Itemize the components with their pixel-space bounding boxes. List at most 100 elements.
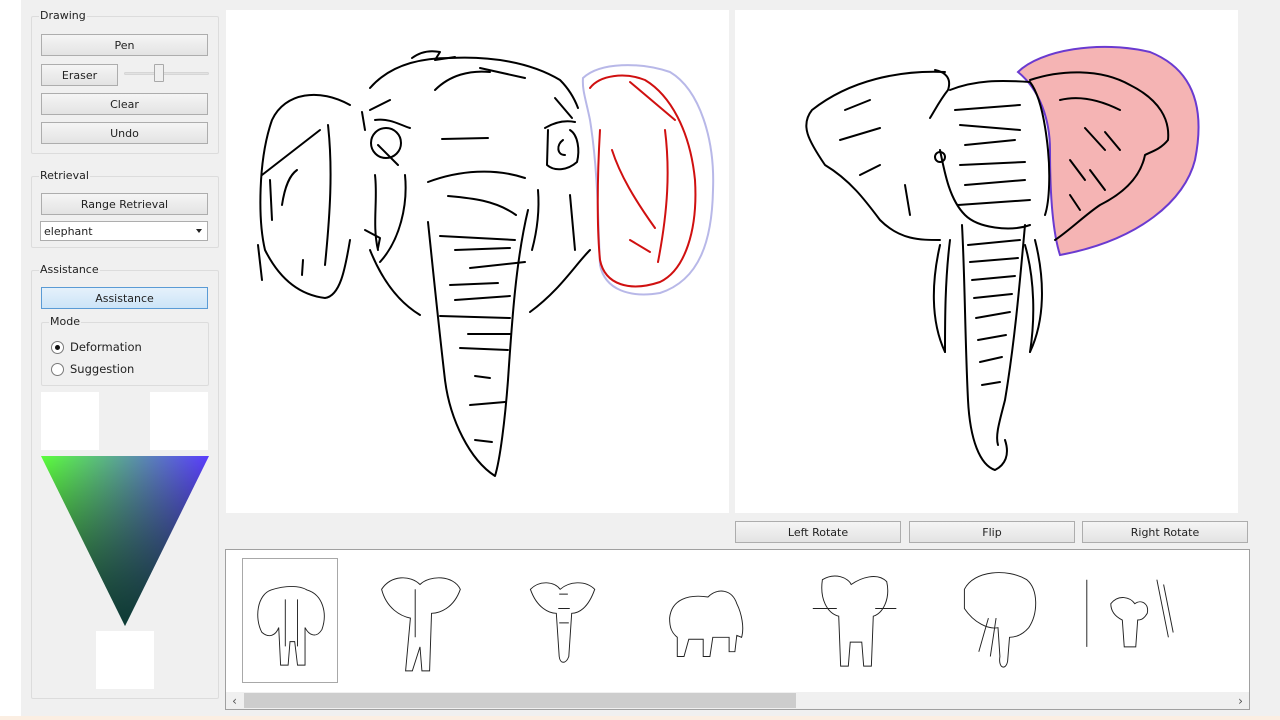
- thumbnail-sketch: [963, 572, 1037, 668]
- flip-button[interactable]: Flip: [909, 521, 1075, 543]
- color-swatch-bottom[interactable]: [96, 631, 154, 689]
- thumbnail-sketch: [529, 582, 596, 663]
- sketch-right-eye: [546, 129, 580, 171]
- mode-group-title: Mode: [49, 315, 81, 328]
- result-stroke: [981, 381, 1001, 386]
- result-stroke-head: [949, 79, 1051, 216]
- thumbnail-sketch: [257, 585, 325, 666]
- right-rotate-button[interactable]: Right Rotate: [1082, 521, 1248, 543]
- result-thumbnail[interactable]: [372, 558, 468, 683]
- color-swatch-top-right[interactable]: [150, 392, 208, 450]
- selected-stroke[interactable]: [629, 239, 651, 253]
- sketch-stroke: [269, 179, 273, 221]
- sketch-stroke: [474, 439, 493, 443]
- result-stroke: [904, 184, 911, 216]
- clear-button[interactable]: Clear: [41, 93, 208, 115]
- result-thumbnail[interactable]: [1216, 558, 1249, 683]
- horizontal-scrollbar[interactable]: ‹ ›: [226, 692, 1249, 709]
- sketch-stroke: [434, 70, 491, 91]
- sketch-selection-region: [581, 64, 715, 296]
- sketch-stroke: [324, 124, 332, 266]
- pen-button[interactable]: Pen: [41, 34, 208, 56]
- mode-group: Mode: [41, 315, 209, 386]
- window-bottom-edge: [0, 716, 1280, 720]
- assistance-button[interactable]: Assistance: [41, 287, 208, 309]
- scroll-left-icon[interactable]: ‹: [226, 692, 243, 709]
- sketch-stroke: [469, 261, 526, 269]
- sketch-stroke: [301, 259, 304, 276]
- assistance-group-title: Assistance: [39, 263, 100, 276]
- category-dropdown[interactable]: elephant: [40, 221, 208, 241]
- result-canvas[interactable]: [735, 10, 1238, 513]
- dropdown-arrow-icon: [196, 229, 202, 233]
- sketch-stroke: [261, 129, 321, 176]
- sketch-stroke-head: [369, 56, 579, 109]
- sketch-stroke: [439, 315, 511, 319]
- result-stroke: [959, 161, 1026, 166]
- left-rotate-button[interactable]: Left Rotate: [735, 521, 901, 543]
- sketch-stroke: [479, 67, 526, 79]
- result-stroke: [969, 257, 1019, 263]
- sketch-stroke: [529, 249, 591, 313]
- sketch-stroke: [441, 137, 489, 140]
- result-stroke: [959, 124, 1021, 131]
- thumbnail-sketch: [669, 590, 744, 657]
- category-selected-value: elephant: [44, 224, 93, 238]
- result-tusk-left: [932, 244, 946, 353]
- selected-stroke[interactable]: [611, 149, 656, 229]
- radio-button-unchecked[interactable]: [51, 362, 64, 376]
- sketch-stroke: [544, 120, 576, 129]
- sketch-stroke: [459, 347, 509, 351]
- selected-stroke[interactable]: [657, 129, 669, 263]
- result-stroke: [964, 139, 1016, 146]
- drawing-group-title: Drawing: [39, 9, 87, 22]
- result-thumbnail[interactable]: [808, 558, 904, 683]
- sketch-stroke: [454, 295, 511, 301]
- radio-button-checked[interactable]: [51, 340, 64, 354]
- sketch-stroke: [281, 169, 298, 206]
- suggestion-highlight-region: [1016, 45, 1200, 257]
- sketch-stroke: [369, 249, 421, 316]
- scrollbar-thumb[interactable]: [244, 693, 796, 708]
- mode-option-suggestion[interactable]: Suggestion: [51, 362, 134, 376]
- result-stroke: [929, 69, 951, 119]
- blend-color-triangle[interactable]: [41, 456, 209, 626]
- triangle-gradient-vertical: [41, 456, 209, 626]
- result-stroke-left-ear: [805, 70, 946, 241]
- range-retrieval-button[interactable]: Range Retrieval: [41, 193, 208, 215]
- result-stroke: [973, 293, 1013, 299]
- result-stroke: [859, 164, 881, 176]
- slider-handle[interactable]: [154, 64, 164, 82]
- selected-stroke-ear[interactable]: [589, 74, 697, 288]
- result-stroke: [971, 275, 1016, 281]
- result-thumbnail[interactable]: [516, 558, 612, 683]
- sketch-stroke: [361, 111, 366, 131]
- mode-option-label: Deformation: [70, 340, 142, 354]
- color-swatch-top-left[interactable]: [41, 392, 99, 450]
- result-thumbnail[interactable]: [1082, 558, 1178, 683]
- sketch-stroke: [554, 97, 573, 119]
- result-thumbnail[interactable]: [950, 558, 1046, 683]
- sketch-stroke-left-ear: [259, 93, 351, 299]
- result-stroke: [977, 334, 1007, 341]
- result-tusk-left-inner: [944, 239, 951, 353]
- mode-option-deformation[interactable]: Deformation: [51, 340, 142, 354]
- eraser-size-slider[interactable]: [124, 64, 209, 82]
- sketch-stroke: [364, 229, 381, 249]
- result-stroke: [839, 127, 881, 141]
- undo-button[interactable]: Undo: [41, 122, 208, 144]
- sketch-stroke: [557, 139, 566, 156]
- sketch-stroke: [474, 375, 491, 379]
- sketch-canvas[interactable]: [226, 10, 729, 513]
- result-thumbnail[interactable]: [660, 558, 756, 683]
- result-stroke: [975, 311, 1011, 319]
- retrieval-group-title: Retrieval: [39, 169, 90, 182]
- scroll-right-icon[interactable]: ›: [1232, 692, 1249, 709]
- eraser-button[interactable]: Eraser: [41, 64, 118, 86]
- result-stroke: [954, 104, 1021, 111]
- result-stroke: [967, 239, 1021, 246]
- sketch-stroke: [449, 282, 499, 286]
- sketch-stroke: [427, 170, 526, 183]
- slider-track: [124, 72, 209, 75]
- result-thumbnail[interactable]: [242, 558, 338, 683]
